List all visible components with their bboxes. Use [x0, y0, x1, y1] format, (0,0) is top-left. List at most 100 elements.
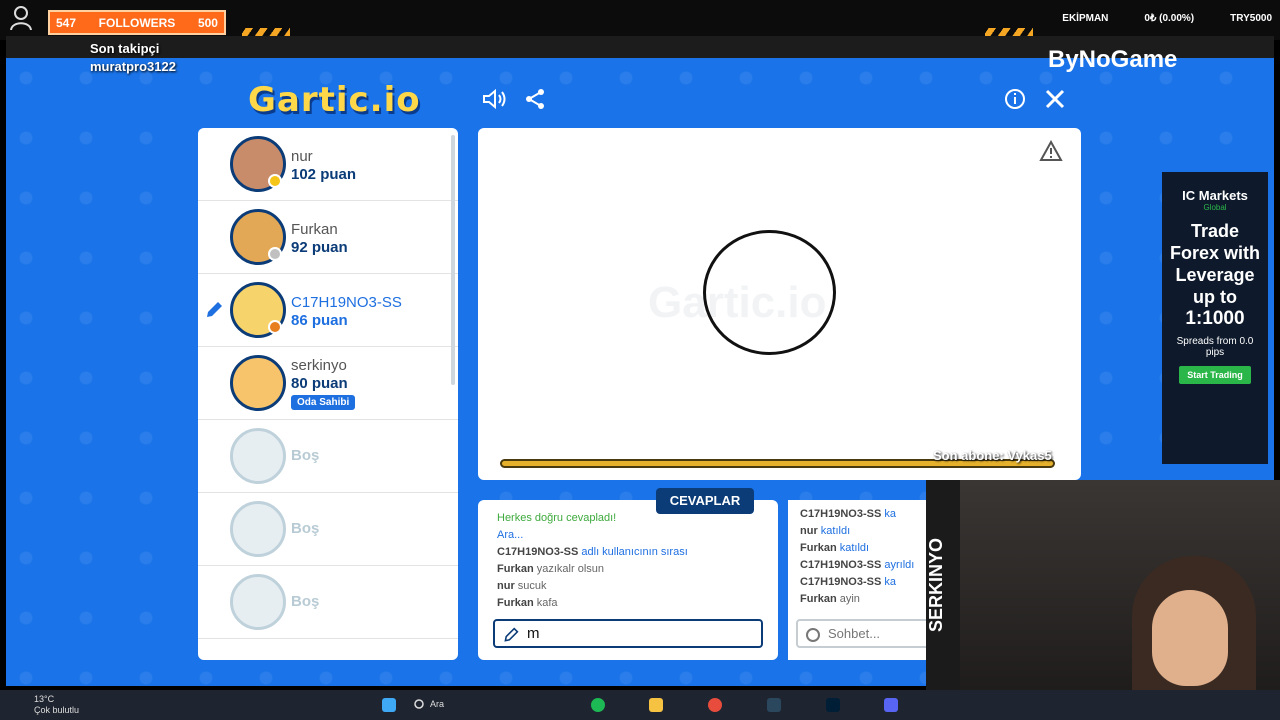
stream-top-bar: 547 FOLLOWERS 500 EKİPMAN 0₺ (0.00%) TRY…	[0, 0, 1280, 40]
chat-text: katıldı	[836, 542, 870, 554]
ad-sub: Global	[1203, 203, 1227, 212]
chat-line: C17H19NO3-SS ayrıldı	[800, 559, 938, 576]
answer-user: C17H19NO3-SS	[497, 546, 579, 558]
report-warning-icon[interactable]	[1039, 139, 1063, 168]
player-name: nur	[291, 148, 313, 165]
user-icon	[10, 6, 32, 31]
chat-text: ka	[881, 508, 897, 520]
answer-user: Furkan	[497, 563, 534, 575]
currency-label: TRY5000	[1230, 13, 1272, 24]
followers-count: 547	[56, 15, 77, 30]
answer-text: yazıkalr olsun	[533, 563, 604, 575]
steam-icon[interactable]	[767, 698, 781, 712]
taskbar-search[interactable]: Ara	[412, 696, 532, 714]
drawing-canvas[interactable]: Gartic.io	[478, 128, 1081, 480]
close-icon[interactable]	[1044, 88, 1066, 114]
chat-text: katıldı	[817, 525, 851, 537]
answer-pencil-icon	[503, 626, 519, 651]
followers-goal: 500	[197, 15, 218, 30]
chat-text: ka	[881, 576, 897, 588]
player-list: nur 102 puan Furkan 92 puan C17H19NO3-SS…	[198, 128, 458, 660]
answer-text: adlı kullanıcının sırası	[578, 546, 688, 558]
player-score: 92 puan	[291, 239, 348, 256]
chat-search-icon	[805, 626, 821, 651]
answer-line: Furkan yazıkalr olsun	[497, 563, 778, 580]
answer-text: kafa	[533, 597, 558, 609]
drawn-circle	[703, 230, 836, 355]
answers-tab[interactable]: CEVAPLAR	[656, 488, 754, 514]
ad-brand: IC Markets	[1182, 188, 1248, 203]
folder-icon[interactable]	[649, 698, 663, 712]
player-name: Furkan	[291, 221, 338, 238]
player-row: nur 102 puan	[198, 128, 458, 201]
sound-icon[interactable]	[482, 88, 508, 114]
discord-icon[interactable]	[884, 698, 898, 712]
answer-text: Herkes doğru cevapladı!	[497, 512, 617, 524]
chrome-icon[interactable]	[708, 698, 722, 712]
streamer-face	[1152, 590, 1228, 686]
player-name: serkinyo	[291, 357, 347, 374]
followers-goal-bar: 547 FOLLOWERS 500	[48, 10, 226, 35]
chat-line: C17H19NO3-SS ka	[800, 508, 938, 525]
answer-line: nur sucuk	[497, 580, 778, 597]
ad-spreads: Spreads from 0.0 pips	[1176, 336, 1254, 358]
chat-input[interactable]: Sohbet...	[796, 619, 946, 648]
answer-line: Herkes doğru cevapladı!	[497, 512, 778, 529]
status-dot	[268, 174, 282, 188]
empty-slot[interactable]: Boş	[198, 493, 458, 566]
followers-label: FOLLOWERS	[98, 15, 176, 30]
status-dot	[268, 320, 282, 334]
answer-line: Furkan kafa	[497, 597, 778, 614]
empty-slot[interactable]: Boş	[198, 566, 458, 639]
ad-ratio: 1:1000	[1185, 308, 1245, 329]
answer-user: nur	[497, 580, 515, 592]
photoshop-icon[interactable]	[826, 698, 840, 712]
avatar	[230, 501, 286, 557]
last-follower: Son takipçi muratpro3122	[90, 40, 176, 76]
windows-start-icon[interactable]	[382, 698, 396, 712]
chat-line: Furkan ayin	[800, 593, 938, 610]
avatar	[230, 428, 286, 484]
answer-input[interactable]: m	[493, 619, 763, 648]
empty-slot-label: Boş	[291, 593, 320, 610]
empty-slot-label: Boş	[291, 520, 320, 537]
os-taskbar: 13°C Çok bulutlu Ara	[0, 690, 1280, 720]
chat-user: C17H19NO3-SS	[800, 576, 882, 588]
info-icon[interactable]	[1004, 88, 1026, 114]
ad-cta-button[interactable]: Start Trading	[1179, 366, 1251, 384]
avatar	[230, 355, 286, 411]
ad-banner[interactable]: IC Markets Global Trade Forex with Lever…	[1162, 172, 1268, 464]
player-score: 86 puan	[291, 312, 348, 329]
player-name: C17H19NO3-SS	[291, 294, 402, 311]
player-score: 102 puan	[291, 166, 357, 183]
player-list-scrollbar[interactable]	[451, 135, 455, 385]
chat-placeholder: Sohbet...	[828, 626, 881, 641]
player-row: serkinyo 80 puan Oda Sahibi	[198, 347, 458, 420]
chat-user: Furkan	[800, 593, 837, 605]
chat-user: C17H19NO3-SS	[800, 508, 882, 520]
answer-line: Ara...	[497, 529, 778, 546]
avatar	[230, 574, 286, 630]
weather-desc: Çok bulutlu	[34, 705, 80, 715]
webcam-label: SERKINYO	[926, 480, 960, 720]
status-dot	[268, 247, 282, 261]
last-subscriber: Son abone: Vykas5	[933, 448, 1052, 463]
empty-slot[interactable]: Boş	[198, 420, 458, 493]
change-label: 0₺ (0.00%)	[1144, 13, 1195, 24]
ad-headline: Trade Forex with Leverage up to	[1170, 221, 1261, 307]
answer-text: sucuk	[514, 580, 547, 592]
answer-input-value: m	[527, 625, 540, 642]
chat-line: Furkan katıldı	[800, 542, 938, 559]
sponsor-logo: ByNoGame	[1048, 46, 1178, 73]
pencil-icon	[204, 300, 224, 325]
answer-line: C17H19NO3-SS adlı kullanıcının sırası	[497, 546, 778, 563]
equipment-label: EKİPMAN	[1062, 13, 1109, 24]
player-row-drawing: C17H19NO3-SS 86 puan	[198, 274, 458, 347]
spotify-icon[interactable]	[591, 698, 605, 712]
gartic-logo: Gartic.io	[248, 80, 421, 120]
share-icon[interactable]	[524, 88, 546, 114]
chat-text: ayrıldı	[881, 559, 915, 571]
answer-text: Ara...	[497, 529, 524, 541]
room-owner-badge: Oda Sahibi	[291, 395, 356, 410]
chat-user: C17H19NO3-SS	[800, 559, 882, 571]
